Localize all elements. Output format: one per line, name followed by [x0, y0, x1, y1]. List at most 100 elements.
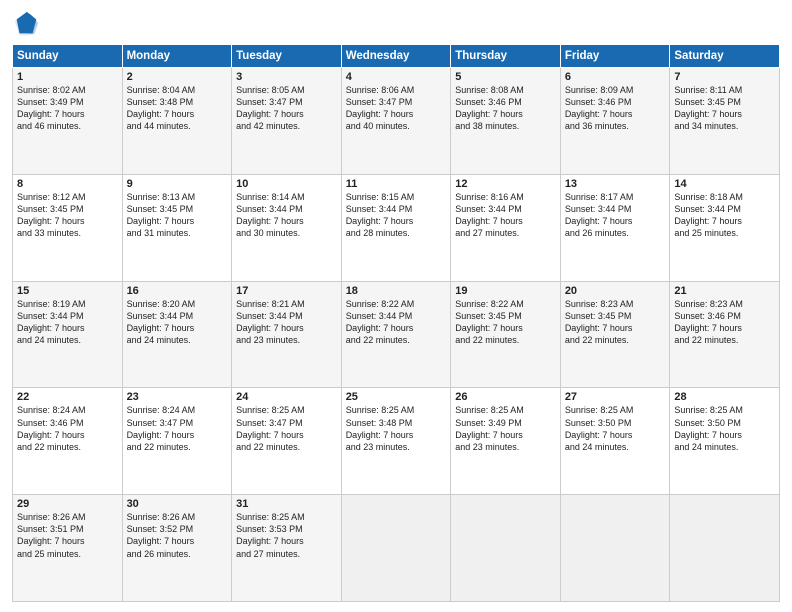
cell-info-line: Sunrise: 8:24 AM	[17, 404, 118, 416]
cell-info-line: and 22 minutes.	[346, 334, 447, 346]
day-number: 31	[236, 498, 337, 510]
calendar-week-row: 22Sunrise: 8:24 AMSunset: 3:46 PMDayligh…	[13, 388, 780, 495]
calendar-cell: 19Sunrise: 8:22 AMSunset: 3:45 PMDayligh…	[451, 281, 561, 388]
cell-info-line: and 26 minutes.	[565, 227, 666, 239]
calendar-cell: 27Sunrise: 8:25 AMSunset: 3:50 PMDayligh…	[560, 388, 670, 495]
calendar-cell: 1Sunrise: 8:02 AMSunset: 3:49 PMDaylight…	[13, 68, 123, 175]
cell-info-line: Sunrise: 8:25 AM	[565, 404, 666, 416]
cell-info-line: Sunrise: 8:19 AM	[17, 298, 118, 310]
cell-info-line: Sunset: 3:50 PM	[674, 417, 775, 429]
cell-info-line: Daylight: 7 hours	[674, 215, 775, 227]
cell-info-line: and 24 minutes.	[17, 334, 118, 346]
calendar-cell: 18Sunrise: 8:22 AMSunset: 3:44 PMDayligh…	[341, 281, 451, 388]
cell-info-line: and 24 minutes.	[674, 441, 775, 453]
day-number: 7	[674, 71, 775, 83]
cell-info-line: Daylight: 7 hours	[127, 429, 228, 441]
cell-info-line: Sunset: 3:45 PM	[127, 203, 228, 215]
cell-info-line: Sunset: 3:44 PM	[674, 203, 775, 215]
calendar-table: SundayMondayTuesdayWednesdayThursdayFrid…	[12, 44, 780, 602]
cell-info-line: and 44 minutes.	[127, 120, 228, 132]
cell-info-line: and 36 minutes.	[565, 120, 666, 132]
cell-info-line: Sunset: 3:52 PM	[127, 523, 228, 535]
cell-info-line: Daylight: 7 hours	[565, 429, 666, 441]
calendar-cell: 4Sunrise: 8:06 AMSunset: 3:47 PMDaylight…	[341, 68, 451, 175]
calendar-cell: 11Sunrise: 8:15 AMSunset: 3:44 PMDayligh…	[341, 174, 451, 281]
calendar-cell: 24Sunrise: 8:25 AMSunset: 3:47 PMDayligh…	[232, 388, 342, 495]
header	[12, 10, 780, 38]
cell-info-line: Sunset: 3:44 PM	[127, 310, 228, 322]
calendar-cell	[451, 495, 561, 602]
cell-info-line: Daylight: 7 hours	[236, 535, 337, 547]
cell-info-line: Daylight: 7 hours	[565, 322, 666, 334]
cell-info-line: Sunset: 3:45 PM	[17, 203, 118, 215]
cell-info-line: Sunset: 3:50 PM	[565, 417, 666, 429]
day-number: 28	[674, 391, 775, 403]
cell-info-line: Sunrise: 8:18 AM	[674, 191, 775, 203]
cell-info-line: Sunset: 3:53 PM	[236, 523, 337, 535]
cell-info-line: Sunrise: 8:22 AM	[455, 298, 556, 310]
cell-info-line: Sunrise: 8:26 AM	[17, 511, 118, 523]
cell-info-line: and 34 minutes.	[674, 120, 775, 132]
day-number: 20	[565, 285, 666, 297]
cell-info-line: Sunset: 3:44 PM	[236, 310, 337, 322]
calendar-cell: 30Sunrise: 8:26 AMSunset: 3:52 PMDayligh…	[122, 495, 232, 602]
weekday-header-cell: Thursday	[451, 45, 561, 68]
cell-info-line: Sunrise: 8:20 AM	[127, 298, 228, 310]
cell-info-line: Daylight: 7 hours	[346, 108, 447, 120]
day-number: 13	[565, 178, 666, 190]
calendar-cell: 28Sunrise: 8:25 AMSunset: 3:50 PMDayligh…	[670, 388, 780, 495]
cell-info-line: and 22 minutes.	[674, 334, 775, 346]
day-number: 27	[565, 391, 666, 403]
calendar-cell	[341, 495, 451, 602]
calendar-cell: 16Sunrise: 8:20 AMSunset: 3:44 PMDayligh…	[122, 281, 232, 388]
day-number: 29	[17, 498, 118, 510]
cell-info-line: Sunrise: 8:14 AM	[236, 191, 337, 203]
cell-info-line: Daylight: 7 hours	[17, 215, 118, 227]
day-number: 24	[236, 391, 337, 403]
cell-info-line: and 26 minutes.	[127, 548, 228, 560]
cell-info-line: Daylight: 7 hours	[565, 108, 666, 120]
cell-info-line: Sunset: 3:49 PM	[17, 96, 118, 108]
cell-info-line: Sunset: 3:44 PM	[236, 203, 337, 215]
calendar-cell: 13Sunrise: 8:17 AMSunset: 3:44 PMDayligh…	[560, 174, 670, 281]
cell-info-line: and 38 minutes.	[455, 120, 556, 132]
cell-info-line: and 31 minutes.	[127, 227, 228, 239]
day-number: 23	[127, 391, 228, 403]
cell-info-line: Sunset: 3:46 PM	[455, 96, 556, 108]
cell-info-line: Sunrise: 8:08 AM	[455, 84, 556, 96]
cell-info-line: Sunrise: 8:25 AM	[236, 404, 337, 416]
cell-info-line: Sunset: 3:46 PM	[565, 96, 666, 108]
cell-info-line: Sunset: 3:47 PM	[236, 96, 337, 108]
cell-info-line: Daylight: 7 hours	[674, 108, 775, 120]
cell-info-line: and 42 minutes.	[236, 120, 337, 132]
cell-info-line: Daylight: 7 hours	[236, 322, 337, 334]
cell-info-line: Daylight: 7 hours	[127, 322, 228, 334]
cell-info-line: Sunrise: 8:25 AM	[455, 404, 556, 416]
day-number: 12	[455, 178, 556, 190]
calendar-week-row: 15Sunrise: 8:19 AMSunset: 3:44 PMDayligh…	[13, 281, 780, 388]
cell-info-line: Sunset: 3:45 PM	[674, 96, 775, 108]
calendar-cell: 9Sunrise: 8:13 AMSunset: 3:45 PMDaylight…	[122, 174, 232, 281]
cell-info-line: Daylight: 7 hours	[17, 535, 118, 547]
calendar-cell: 22Sunrise: 8:24 AMSunset: 3:46 PMDayligh…	[13, 388, 123, 495]
calendar-cell: 2Sunrise: 8:04 AMSunset: 3:48 PMDaylight…	[122, 68, 232, 175]
cell-info-line: Daylight: 7 hours	[127, 215, 228, 227]
calendar-cell	[670, 495, 780, 602]
day-number: 10	[236, 178, 337, 190]
cell-info-line: and 22 minutes.	[17, 441, 118, 453]
cell-info-line: Sunrise: 8:12 AM	[17, 191, 118, 203]
calendar-cell: 20Sunrise: 8:23 AMSunset: 3:45 PMDayligh…	[560, 281, 670, 388]
cell-info-line: Sunset: 3:47 PM	[127, 417, 228, 429]
calendar-cell: 25Sunrise: 8:25 AMSunset: 3:48 PMDayligh…	[341, 388, 451, 495]
cell-info-line: and 22 minutes.	[236, 441, 337, 453]
day-number: 26	[455, 391, 556, 403]
calendar-cell: 21Sunrise: 8:23 AMSunset: 3:46 PMDayligh…	[670, 281, 780, 388]
cell-info-line: and 27 minutes.	[455, 227, 556, 239]
cell-info-line: and 28 minutes.	[346, 227, 447, 239]
cell-info-line: Daylight: 7 hours	[17, 108, 118, 120]
cell-info-line: Daylight: 7 hours	[17, 429, 118, 441]
cell-info-line: Sunrise: 8:23 AM	[674, 298, 775, 310]
cell-info-line: Daylight: 7 hours	[236, 108, 337, 120]
day-number: 1	[17, 71, 118, 83]
calendar-week-row: 1Sunrise: 8:02 AMSunset: 3:49 PMDaylight…	[13, 68, 780, 175]
